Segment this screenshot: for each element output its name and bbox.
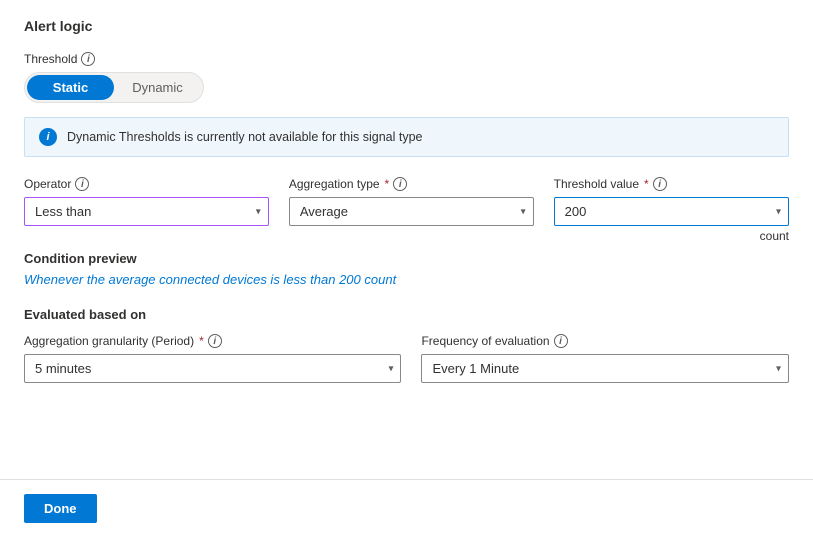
period-select[interactable]: 1 minute 5 minutes 15 minutes 30 minutes… bbox=[24, 354, 401, 383]
aggregation-label: Aggregation type * i bbox=[289, 177, 534, 191]
operator-select[interactable]: Less than Greater than Equal to Not equa… bbox=[24, 197, 269, 226]
period-required-star: * bbox=[199, 334, 204, 348]
aggregation-info-icon[interactable]: i bbox=[393, 177, 407, 191]
fields-row: Operator i Less than Greater than Equal … bbox=[24, 177, 789, 243]
page-container: Alert logic Threshold i Static Dynamic i… bbox=[0, 0, 813, 537]
condition-preview-section: Condition preview Whenever the average c… bbox=[24, 251, 789, 287]
evaluated-section: Evaluated based on Aggregation granulari… bbox=[24, 307, 789, 383]
static-toggle-button[interactable]: Static bbox=[27, 75, 114, 100]
threshold-value-wrapper: ▾ bbox=[554, 197, 789, 226]
threshold-toggle-group: Static Dynamic bbox=[24, 72, 204, 103]
threshold-value-group: Threshold value * i ▾ count bbox=[554, 177, 789, 243]
frequency-info-icon[interactable]: i bbox=[554, 334, 568, 348]
frequency-group: Frequency of evaluation i Every 1 Minute… bbox=[421, 334, 789, 383]
info-banner: i Dynamic Thresholds is currently not av… bbox=[24, 117, 789, 157]
footer: Done bbox=[0, 479, 813, 537]
aggregation-select[interactable]: Average Count Minimum Maximum Total bbox=[289, 197, 534, 226]
aggregation-group: Aggregation type * i Average Count Minim… bbox=[289, 177, 534, 226]
page-title: Alert logic bbox=[24, 18, 789, 34]
operator-select-wrapper: Less than Greater than Equal to Not equa… bbox=[24, 197, 269, 226]
period-info-icon[interactable]: i bbox=[208, 334, 222, 348]
period-group: Aggregation granularity (Period) * i 1 m… bbox=[24, 334, 401, 383]
frequency-select-wrapper: Every 1 Minute Every 5 Minutes Every 15 … bbox=[421, 354, 789, 383]
evaluated-row: Aggregation granularity (Period) * i 1 m… bbox=[24, 334, 789, 383]
aggregation-select-wrapper: Average Count Minimum Maximum Total ▾ bbox=[289, 197, 534, 226]
operator-label: Operator i bbox=[24, 177, 269, 191]
main-content: Alert logic Threshold i Static Dynamic i… bbox=[0, 0, 813, 479]
operator-group: Operator i Less than Greater than Equal … bbox=[24, 177, 269, 226]
threshold-value-required-star: * bbox=[644, 177, 649, 191]
evaluated-title: Evaluated based on bbox=[24, 307, 789, 322]
threshold-unit-label: count bbox=[554, 229, 789, 243]
banner-info-icon: i bbox=[39, 128, 57, 146]
threshold-value-info-icon[interactable]: i bbox=[653, 177, 667, 191]
aggregation-required-star: * bbox=[385, 177, 390, 191]
frequency-label: Frequency of evaluation i bbox=[421, 334, 789, 348]
period-label: Aggregation granularity (Period) * i bbox=[24, 334, 401, 348]
done-button[interactable]: Done bbox=[24, 494, 97, 523]
condition-preview-text: Whenever the average connected devices i… bbox=[24, 272, 789, 287]
threshold-value-label: Threshold value * i bbox=[554, 177, 789, 191]
frequency-select[interactable]: Every 1 Minute Every 5 Minutes Every 15 … bbox=[421, 354, 789, 383]
banner-text: Dynamic Thresholds is currently not avai… bbox=[67, 130, 423, 144]
threshold-value-input[interactable] bbox=[554, 197, 789, 226]
period-select-wrapper: 1 minute 5 minutes 15 minutes 30 minutes… bbox=[24, 354, 401, 383]
threshold-section: Threshold i Static Dynamic bbox=[24, 52, 789, 103]
threshold-label: Threshold i bbox=[24, 52, 789, 66]
threshold-info-icon[interactable]: i bbox=[81, 52, 95, 66]
operator-info-icon[interactable]: i bbox=[75, 177, 89, 191]
dynamic-toggle-button[interactable]: Dynamic bbox=[114, 75, 201, 100]
condition-preview-title: Condition preview bbox=[24, 251, 789, 266]
